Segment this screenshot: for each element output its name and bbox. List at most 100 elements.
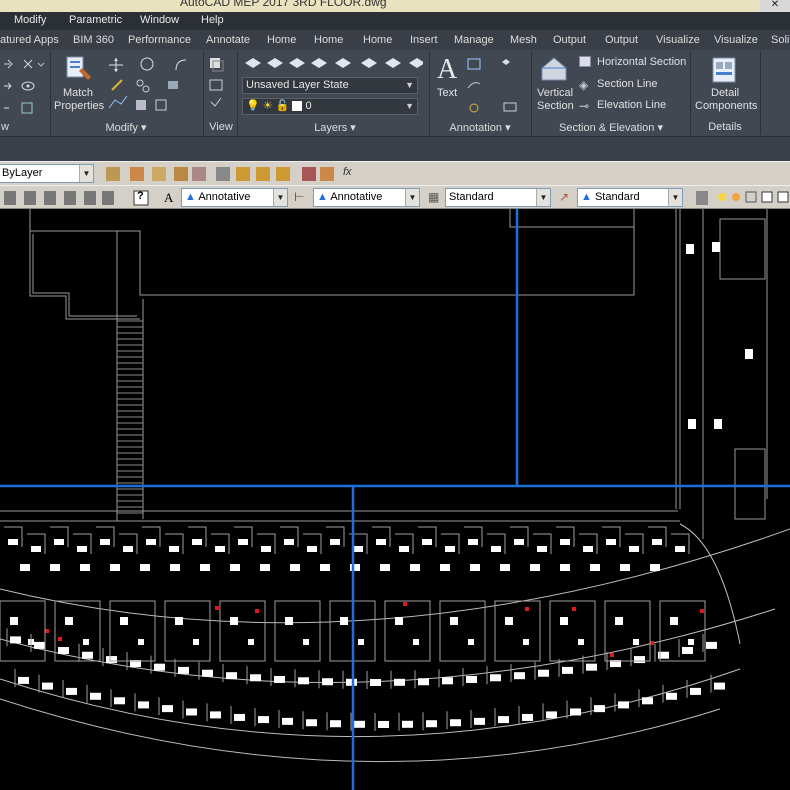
building-outline bbox=[0, 209, 768, 539]
workstation bbox=[154, 663, 165, 671]
linetype-bylayer-dropdown[interactable]: ByLayer ▼ bbox=[0, 164, 94, 183]
workstation bbox=[530, 564, 540, 571]
toolbar-tool-icons[interactable] bbox=[104, 165, 364, 183]
workstation bbox=[378, 721, 389, 728]
workstation bbox=[230, 564, 240, 571]
tab-visualize-1[interactable]: Visualize bbox=[656, 34, 700, 46]
panel-title-annotation[interactable]: Annotation ▾ bbox=[432, 121, 528, 135]
workstation bbox=[583, 546, 593, 552]
workstation bbox=[413, 639, 419, 645]
elevation-line-button[interactable]: Elevation Line bbox=[597, 99, 666, 111]
dimension-style-icon[interactable]: ⊢ bbox=[294, 190, 304, 204]
workstation bbox=[320, 564, 330, 571]
workstation bbox=[560, 617, 568, 625]
panel-divider bbox=[760, 52, 761, 135]
annotative-icon: ▲ bbox=[581, 191, 592, 203]
drawing-canvas[interactable] bbox=[0, 209, 790, 790]
floor-plan-drawing bbox=[0, 209, 790, 790]
workstation bbox=[322, 678, 333, 686]
chevron-down-icon: ▼ bbox=[405, 101, 414, 111]
multileader-style-value: Standard bbox=[594, 191, 640, 203]
table-style-dropdown[interactable]: Standard ▼ bbox=[445, 188, 551, 207]
workstation bbox=[110, 564, 120, 571]
panel-title-section-elevation[interactable]: Section & Elevation ▾ bbox=[533, 121, 689, 135]
workstation bbox=[10, 617, 18, 625]
section-line-button[interactable]: Section Line bbox=[597, 78, 658, 90]
draw-tools-icons[interactable] bbox=[2, 56, 46, 114]
multileader-style-icon[interactable]: ↗ bbox=[559, 190, 569, 204]
text-style-icon[interactable]: A bbox=[164, 190, 173, 206]
workstation bbox=[20, 564, 30, 571]
workstation bbox=[570, 708, 581, 716]
workstation bbox=[353, 546, 363, 552]
tab-output-1[interactable]: Output bbox=[553, 34, 586, 46]
workstation bbox=[466, 675, 477, 683]
tab-visualize-2[interactable]: Visualize bbox=[714, 34, 758, 46]
detail-components-icon[interactable] bbox=[711, 56, 739, 84]
layer-tools-icons[interactable] bbox=[243, 55, 423, 75]
workstation bbox=[666, 692, 677, 700]
workstation bbox=[706, 641, 717, 649]
workstation bbox=[66, 687, 77, 695]
workstation bbox=[346, 678, 357, 686]
workstation bbox=[394, 678, 405, 686]
panel-title-modify[interactable]: Modify ▾ bbox=[98, 121, 154, 135]
tab-solid[interactable]: Soli bbox=[771, 34, 789, 46]
text-label: Text bbox=[437, 87, 458, 99]
workstation bbox=[712, 242, 720, 252]
modify-tools-icons[interactable] bbox=[106, 56, 206, 114]
horizontal-section-button[interactable]: Horizontal Section bbox=[597, 56, 686, 68]
current-layer-dropdown[interactable]: 💡 ☀ 🔓 0 ▼ bbox=[242, 98, 418, 115]
workstation bbox=[537, 546, 547, 552]
tab-insert[interactable]: Insert bbox=[410, 34, 438, 46]
workstation bbox=[514, 539, 524, 545]
tab-manage[interactable]: Manage bbox=[454, 34, 494, 46]
close-window-button[interactable]: ✕ bbox=[760, 0, 790, 12]
vertical-section-label-1: Vertical bbox=[537, 87, 574, 99]
layer-toolbar-icons[interactable] bbox=[694, 189, 790, 207]
window-title: AutoCAD MEP 2017 3RD FLOOR.dwg bbox=[180, 0, 387, 9]
panel-title-details[interactable]: Details bbox=[691, 121, 759, 135]
text-icon[interactable]: A bbox=[435, 54, 461, 84]
workstation bbox=[298, 677, 309, 685]
workstation bbox=[285, 617, 293, 625]
marker bbox=[45, 629, 49, 633]
menu-window[interactable]: Window bbox=[140, 14, 179, 26]
panel-title-view[interactable]: View bbox=[205, 121, 237, 135]
layer-state-dropdown[interactable]: Unsaved Layer State ▼ bbox=[242, 77, 418, 94]
tab-featured-apps[interactable]: atured Apps bbox=[0, 34, 59, 46]
dimension-style-dropdown[interactable]: ▲ Annotative ▼ bbox=[313, 188, 420, 207]
tab-bim360[interactable]: BIM 360 bbox=[73, 34, 114, 46]
tab-home-3[interactable]: Home bbox=[363, 34, 392, 46]
tab-output-2[interactable]: Output bbox=[605, 34, 638, 46]
help-icon[interactable]: ? bbox=[137, 190, 144, 202]
tab-home-2[interactable]: Home bbox=[314, 34, 343, 46]
menu-modify[interactable]: Modify bbox=[14, 14, 46, 26]
chevron-down-icon: ▼ bbox=[668, 189, 682, 206]
workstation bbox=[282, 717, 293, 725]
annotation-tools-icons[interactable] bbox=[466, 56, 530, 114]
match-properties-icon[interactable] bbox=[64, 54, 94, 84]
menu-parametric[interactable]: Parametric bbox=[69, 14, 122, 26]
workstation bbox=[248, 639, 254, 645]
workstation bbox=[606, 539, 616, 545]
tab-performance[interactable]: Performance bbox=[128, 34, 191, 46]
stairs bbox=[117, 320, 143, 514]
tab-annotate[interactable]: Annotate bbox=[206, 34, 250, 46]
workstation bbox=[34, 641, 45, 649]
tab-home-1[interactable]: Home bbox=[267, 34, 296, 46]
panel-annotation-label: Annotation bbox=[449, 122, 503, 134]
workstation bbox=[450, 617, 458, 625]
tab-mesh[interactable]: Mesh bbox=[510, 34, 537, 46]
vertical-section-icon[interactable] bbox=[539, 54, 569, 84]
menu-help[interactable]: Help bbox=[201, 14, 224, 26]
table-style-icon[interactable]: ▦ bbox=[428, 190, 439, 204]
panel-title-layers[interactable]: Layers ▾ bbox=[240, 121, 430, 135]
view-tools-icons[interactable] bbox=[208, 56, 234, 114]
workstation bbox=[340, 617, 348, 625]
text-style-dropdown[interactable]: ▲ Annotative ▼ bbox=[181, 188, 288, 207]
toolbar-tool-icons-2[interactable] bbox=[2, 189, 158, 207]
fx-button[interactable]: fx bbox=[343, 166, 352, 178]
workstation bbox=[202, 669, 213, 677]
multileader-style-dropdown[interactable]: ▲ Standard ▼ bbox=[577, 188, 683, 207]
